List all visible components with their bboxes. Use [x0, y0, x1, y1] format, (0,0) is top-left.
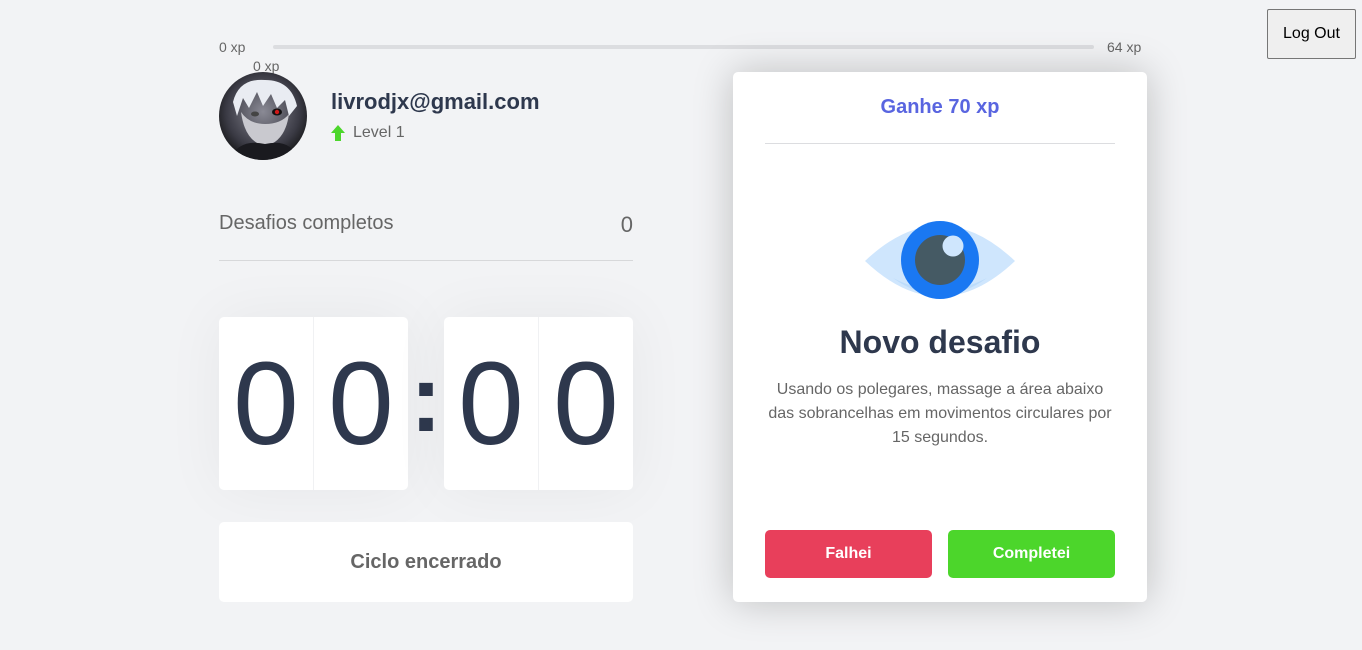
user-email: livrodjx@gmail.com: [331, 89, 540, 114]
xp-start-label: 0 xp: [219, 39, 246, 55]
second-digit-right: 0: [553, 337, 619, 470]
failed-button[interactable]: Falhei: [765, 530, 932, 578]
level-indicator: Level 1: [331, 124, 405, 142]
xp-end-label: 64 xp: [1107, 39, 1142, 55]
countdown-separator: :: [410, 344, 442, 452]
minutes-display: 0 0: [219, 317, 408, 490]
eye-icon: [865, 221, 1015, 299]
level-up-arrow-icon: [331, 125, 345, 141]
xp-progress-bar: [273, 45, 1094, 49]
logout-button[interactable]: Log Out: [1267, 9, 1356, 59]
challenge-card: Ganhe 70 xp Novo desafio Usando os poleg…: [733, 72, 1147, 602]
second-digit-left: 0: [444, 317, 539, 490]
seconds-display: 0 0: [444, 317, 633, 490]
challenge-description: Usando os polegares, massage a área abai…: [768, 381, 1112, 446]
minute-digit-right: 0: [328, 337, 394, 470]
completed-challenges-label: Desafios completos: [219, 212, 394, 234]
completed-challenges: Desafios completos 0: [219, 212, 633, 261]
minute-digit-left: 0: [219, 317, 314, 490]
countdown-timer: 0 0 : 0 0: [219, 317, 633, 490]
challenge-xp-reward: Ganhe 70 xp: [765, 72, 1115, 144]
avatar: [219, 72, 307, 160]
challenge-title: Novo desafio: [839, 324, 1041, 360]
completed-button[interactable]: Completei: [948, 530, 1115, 578]
completed-challenges-count: 0: [620, 212, 633, 237]
level-label: Level 1: [353, 124, 405, 141]
cycle-ended-button[interactable]: Ciclo encerrado: [219, 522, 633, 602]
